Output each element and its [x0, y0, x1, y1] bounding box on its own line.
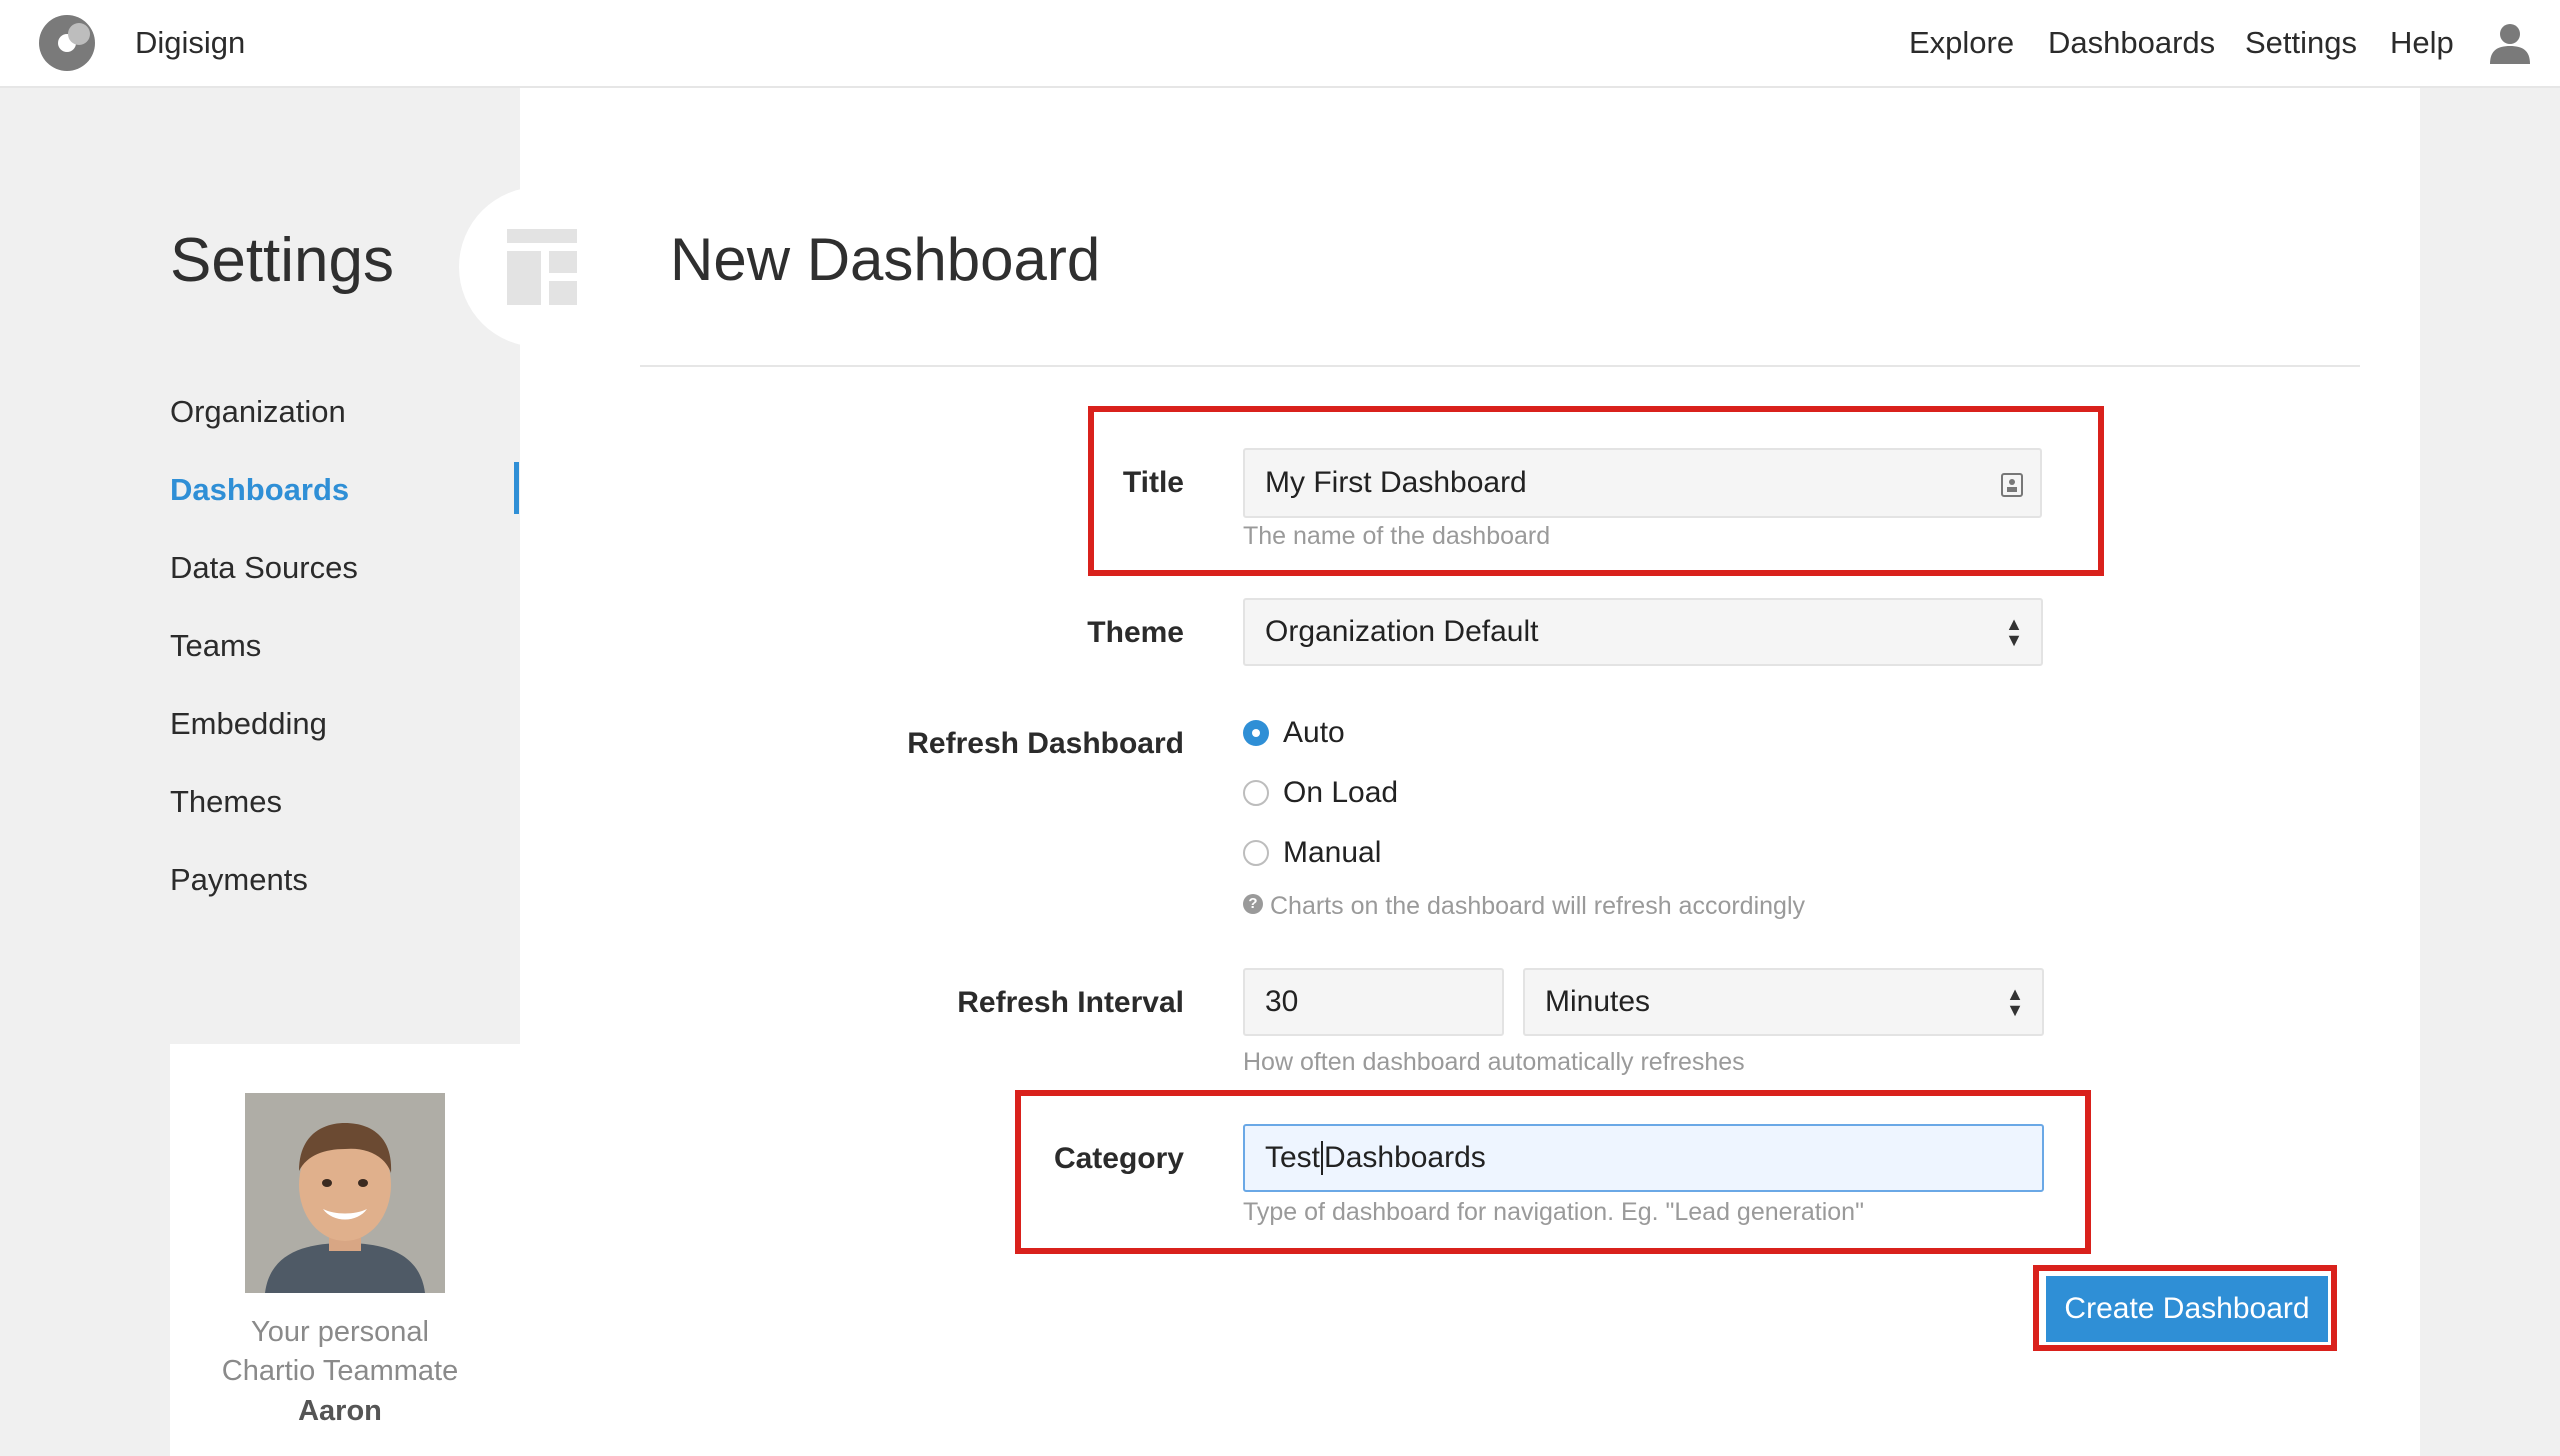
- title-label: Title: [1122, 466, 1184, 499]
- brand-name[interactable]: Digisign: [135, 25, 245, 61]
- user-account-icon[interactable]: [2490, 22, 2530, 64]
- theme-label: Theme: [1087, 616, 1184, 649]
- dashboard-layout-icon: [507, 229, 577, 305]
- interval-unit-value: Minutes: [1545, 985, 1651, 1018]
- select-arrows-icon: ▲ ▼: [2005, 614, 2023, 650]
- select-arrows-icon: ▲ ▼: [2006, 984, 2024, 1020]
- sidebar-item-themes[interactable]: Themes: [170, 784, 282, 820]
- teammate-name: Aaron: [298, 1395, 382, 1427]
- refresh-radio-auto[interactable]: [1243, 720, 1269, 746]
- sidebar-item-embedding[interactable]: Embedding: [170, 706, 327, 742]
- page-title: New Dashboard: [670, 226, 1101, 293]
- refresh-help: Charts on the dashboard will refresh acc…: [1270, 892, 1805, 920]
- nav-settings[interactable]: Settings: [2245, 25, 2357, 61]
- interval-help: How often dashboard automatically refres…: [1243, 1048, 1745, 1076]
- right-gutter: [2420, 88, 2560, 1456]
- refresh-option-onload[interactable]: On Load: [1283, 776, 1398, 810]
- refresh-option-auto[interactable]: Auto: [1283, 716, 1345, 750]
- app-logo-icon[interactable]: [39, 15, 95, 71]
- interval-input-value: 30: [1265, 985, 1299, 1018]
- refresh-radio-onload[interactable]: [1243, 780, 1269, 806]
- refresh-option-manual[interactable]: Manual: [1283, 836, 1381, 870]
- avatar: [245, 1093, 445, 1293]
- sidebar-item-data-sources[interactable]: Data Sources: [170, 550, 358, 586]
- interval-label: Refresh Interval: [957, 986, 1184, 1019]
- nav-dashboards[interactable]: Dashboards: [2048, 25, 2215, 61]
- help-question-icon: ?: [1243, 894, 1263, 914]
- theme-select-value: Organization Default: [1265, 615, 1539, 648]
- contact-card-icon[interactable]: [2000, 472, 2024, 498]
- nav-explore[interactable]: Explore: [1909, 25, 2014, 61]
- sidebar-item-dashboards[interactable]: Dashboards: [170, 472, 349, 508]
- section-icon-bubble: [459, 187, 629, 347]
- refresh-label: Refresh Dashboard: [907, 727, 1184, 760]
- teammate-caption-2: Chartio Teammate: [221, 1355, 459, 1387]
- theme-select[interactable]: Organization Default ▲ ▼: [1243, 598, 2043, 666]
- active-indicator: [514, 462, 519, 514]
- title-help: The name of the dashboard: [1243, 522, 1551, 550]
- category-label: Category: [1053, 1142, 1184, 1175]
- sidebar-item-organization[interactable]: Organization: [170, 394, 346, 430]
- nav-help[interactable]: Help: [2390, 25, 2454, 61]
- category-value-before-cursor: Test: [1265, 1141, 1321, 1174]
- interval-input[interactable]: 30: [1243, 968, 1504, 1036]
- title-divider: [640, 365, 2360, 367]
- teammate-caption: Your personal: [251, 1316, 429, 1348]
- sidebar-title: Settings: [170, 226, 395, 295]
- category-help: Type of dashboard for navigation. Eg. "L…: [1243, 1198, 1864, 1226]
- interval-unit-select[interactable]: Minutes ▲ ▼: [1523, 968, 2044, 1036]
- title-input-value: My First Dashboard: [1265, 466, 1527, 499]
- category-value-after-cursor: Dashboards: [1324, 1141, 1486, 1174]
- title-input[interactable]: My First Dashboard: [1243, 448, 2042, 518]
- category-input[interactable]: Test Dashboards: [1243, 1124, 2044, 1192]
- sidebar-item-payments[interactable]: Payments: [170, 862, 308, 898]
- sidebar-item-teams[interactable]: Teams: [170, 628, 261, 664]
- refresh-radio-manual[interactable]: [1243, 840, 1269, 866]
- text-cursor: [1321, 1141, 1324, 1175]
- create-dashboard-button[interactable]: Create Dashboard: [2046, 1276, 2328, 1342]
